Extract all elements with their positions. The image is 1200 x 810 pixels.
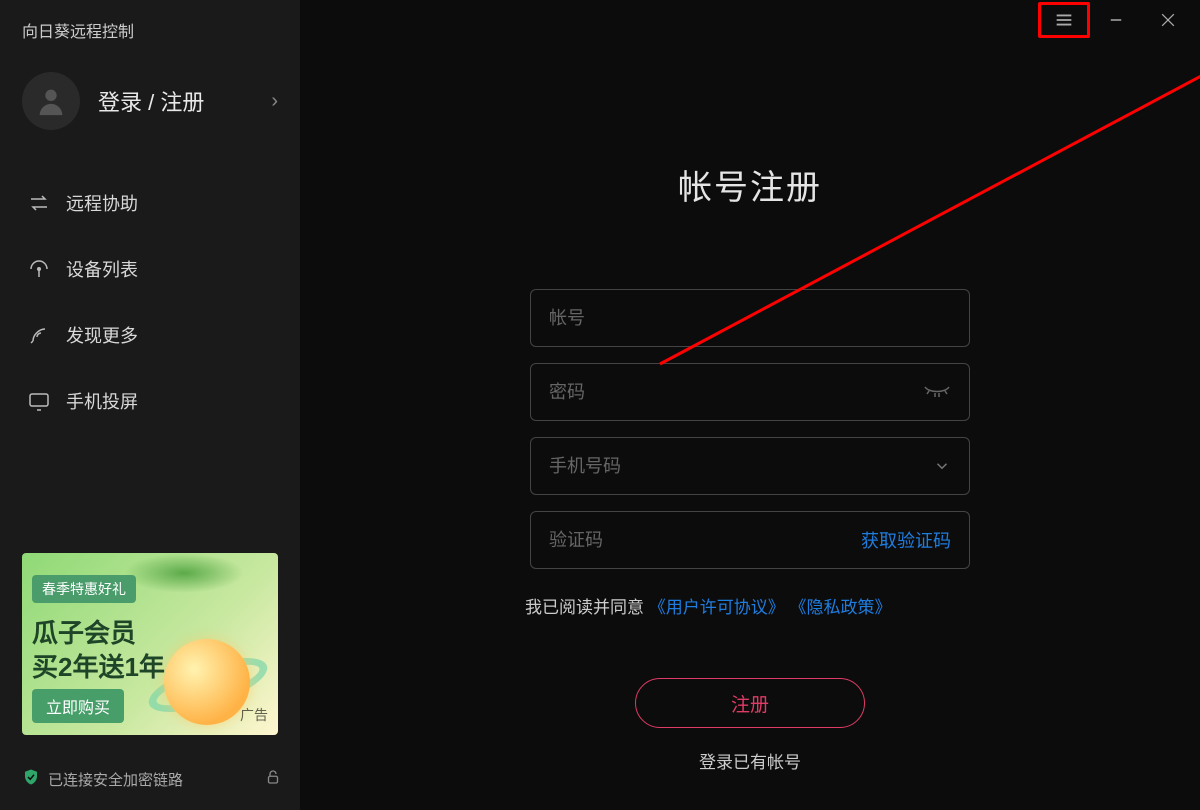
ad-tag: 广告 [240,705,268,725]
radar-icon [26,256,52,282]
account-input[interactable] [549,308,951,329]
sidebar-nav: 远程协助 设备列表 发现更多 手机投屏 [0,160,300,444]
code-field[interactable]: 获取验证码 [530,511,970,569]
code-input[interactable] [549,530,851,551]
sidebar: 向日葵远程控制 登录 / 注册 › 远程协助 设备列表 发现更多 [0,0,300,810]
sidebar-item-label: 设备列表 [66,256,138,282]
app-window: 向日葵远程控制 登录 / 注册 › 远程协助 设备列表 发现更多 [0,0,1200,810]
login-register-label: 登录 / 注册 [98,85,271,117]
sidebar-item-screen-cast[interactable]: 手机投屏 [0,368,300,434]
satellite-icon [26,322,52,348]
ad-headline-1: 瓜子会员 [32,613,136,650]
ad-headline-2: 买2年送1年 [32,647,165,684]
agreement-link-privacy[interactable]: 《隐私政策》 [789,598,891,617]
password-field[interactable] [530,363,970,421]
minimize-icon [1107,11,1125,29]
eye-closed-icon[interactable] [923,385,951,399]
chevron-right-icon: › [271,90,278,113]
login-register-row[interactable]: 登录 / 注册 › [0,52,300,160]
sidebar-item-label: 发现更多 [66,322,138,348]
status-bar: 已连接安全加密链路 [22,768,282,790]
register-form: 帐号注册 获取验证码 我已阅读并同意 [525,160,975,773]
hamburger-icon [1053,9,1075,31]
status-text: 已连接安全加密链路 [48,769,183,790]
register-button[interactable]: 注册 [635,678,865,728]
promo-ad[interactable]: 春季特惠好礼 瓜子会员 买2年送1年 立即购买 广告 [22,553,278,735]
user-icon [34,84,68,118]
sidebar-item-device-list[interactable]: 设备列表 [0,236,300,302]
sidebar-item-remote-assist[interactable]: 远程协助 [0,170,300,236]
phone-input[interactable] [549,456,923,477]
agree-prefix: 我已阅读并同意 [525,598,644,617]
close-button[interactable] [1142,2,1194,38]
ad-decor-planet [164,639,250,725]
ad-buy-button[interactable]: 立即购买 [32,689,124,723]
form-title: 帐号注册 [678,160,822,209]
minimize-button[interactable] [1090,2,1142,38]
swap-icon [26,190,52,216]
get-code-button[interactable]: 获取验证码 [861,527,951,553]
sidebar-item-label: 手机投屏 [66,388,138,414]
app-title: 向日葵远程控制 [0,0,300,52]
chevron-down-icon[interactable] [933,457,951,475]
main-content: 帐号注册 获取验证码 我已阅读并同意 [300,0,1200,810]
ad-badge: 春季特惠好礼 [32,575,136,603]
menu-button[interactable] [1038,2,1090,38]
titlebar [300,0,1200,40]
shield-icon [22,768,40,790]
close-icon [1158,10,1178,30]
avatar [22,72,80,130]
lock-icon[interactable] [264,768,282,790]
account-field[interactable] [530,289,970,347]
login-existing-link[interactable]: 登录已有帐号 [699,748,801,773]
agreement-link-user[interactable]: 《用户许可协议》 [649,598,785,617]
password-input[interactable] [549,382,913,403]
cast-icon [26,388,52,414]
agree-text: 我已阅读并同意 《用户许可协议》 《隐私政策》 [525,593,891,618]
sidebar-item-discover[interactable]: 发现更多 [0,302,300,368]
ad-decor-leaf [124,553,244,593]
sidebar-item-label: 远程协助 [66,190,138,216]
phone-field[interactable] [530,437,970,495]
